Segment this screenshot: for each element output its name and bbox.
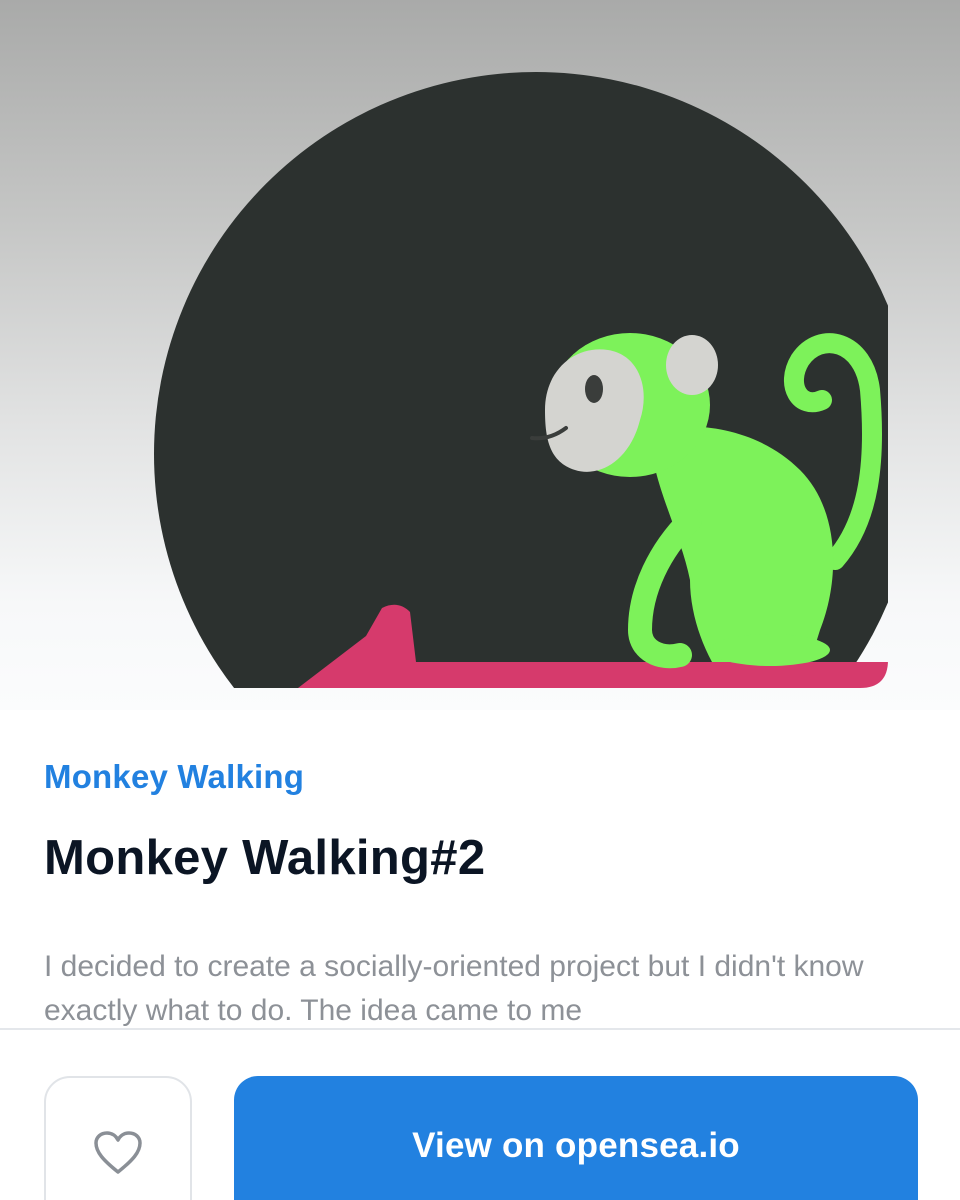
nft-title: Monkey Walking#2 [44, 831, 486, 885]
nft-artwork [154, 72, 888, 688]
view-on-opensea-label: View on opensea.io [412, 1126, 740, 1165]
heart-outline-icon [94, 1131, 142, 1174]
like-button[interactable] [44, 1076, 192, 1200]
nft-description: I decided to create a socially-oriented … [44, 950, 864, 1027]
collection-name[interactable]: Monkey Walking [44, 758, 304, 796]
action-bar: View on opensea.io [0, 1028, 960, 1200]
nft-image-area [0, 0, 960, 710]
view-on-opensea-button[interactable]: View on opensea.io [234, 1076, 918, 1200]
